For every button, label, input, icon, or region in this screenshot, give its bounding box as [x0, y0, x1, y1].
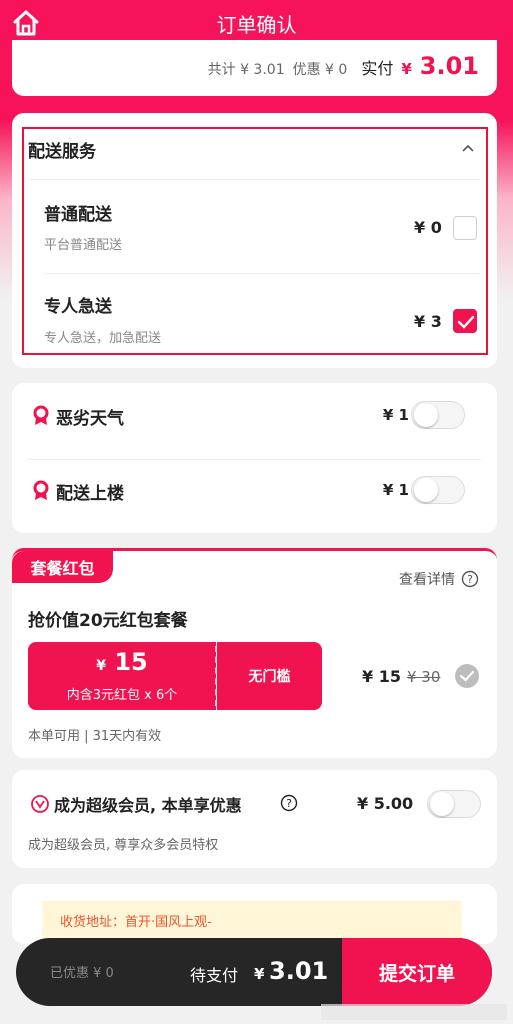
package-original-price: ¥ 30 — [407, 668, 441, 686]
package-title: 抢价值20元红包套餐 — [28, 611, 188, 631]
extras-card: 恶劣天气 ¥ 1 配送上楼 ¥ 1 — [12, 383, 497, 533]
option-normal-subtitle: 平台普通配送 — [44, 238, 123, 253]
discount-amount: 优惠 ¥ 0 — [292, 62, 348, 78]
option-normal-price: ¥ 0 — [414, 218, 442, 237]
package-tag: 套餐红包 — [12, 551, 113, 583]
pay-currency: ¥ — [401, 60, 412, 78]
extra-price: ¥ 1 — [382, 481, 409, 499]
due-currency: ¥ — [254, 965, 265, 983]
page-title: 订单确认 — [216, 13, 297, 37]
extra-label: 恶劣天气 — [56, 409, 124, 429]
coupon-currency: ¥ — [96, 658, 106, 674]
option-express-title: 专人急送 — [44, 297, 112, 317]
bad-weather-toggle[interactable] — [411, 401, 465, 429]
view-details-link[interactable]: 查看详情 ? — [399, 569, 479, 589]
price-summary-card: 共计 ¥ 3.01 优惠 ¥ 0 实付 ¥ 3.01 — [12, 40, 497, 96]
submit-order-button[interactable]: 提交订单 — [342, 938, 492, 1006]
package-card: 套餐红包 查看详情 ? 抢价值20元红包套餐 ¥ 15 内含3元红包 x 6个 … — [12, 548, 497, 758]
coupon-card[interactable]: ¥ 15 内含3元红包 x 6个 — [28, 642, 216, 710]
delivery-section-title: 配送服务 — [28, 142, 96, 162]
extra-label: 配送上楼 — [56, 484, 124, 504]
checkmark-icon — [457, 315, 475, 329]
badge-icon — [32, 480, 50, 502]
vip-card: 成为超级会员, 本单享优惠 ? ¥ 5.00 成为超级会员, 尊享众多会员特权 — [12, 770, 497, 868]
package-validity: 本单可用 | 31天内有效 — [28, 729, 162, 744]
divider — [30, 179, 480, 180]
help-icon[interactable]: ? — [280, 794, 298, 812]
vip-icon — [30, 794, 50, 814]
checkmark-icon — [459, 670, 475, 682]
vip-price: ¥ 5.00 — [357, 794, 414, 813]
due-label: 待支付 — [190, 966, 239, 985]
option-express-checkbox[interactable] — [453, 309, 477, 333]
divider — [44, 273, 480, 274]
due-amount: 3.01 — [269, 957, 329, 985]
package-price: ¥ 15 — [362, 667, 401, 686]
extra-price: ¥ 1 — [382, 406, 409, 424]
pay-label: 实付 — [361, 59, 394, 78]
upstairs-toggle[interactable] — [411, 476, 465, 504]
coupon-desc: 内含3元红包 x 6个 — [66, 688, 178, 703]
toggle-knob — [414, 403, 438, 427]
watermark — [321, 1004, 507, 1020]
toggle-knob — [430, 792, 454, 816]
extra-row-upstairs: 配送上楼 ¥ 1 — [28, 460, 481, 520]
applied-discount: 已优惠 ¥ 0 — [50, 966, 114, 981]
option-express-subtitle: 专人急送，加急配送 — [44, 331, 162, 346]
package-select-checkbox[interactable] — [455, 664, 479, 688]
coupon-threshold: 无门槛 — [217, 642, 322, 710]
vip-toggle[interactable] — [427, 790, 481, 818]
vip-title: 成为超级会员, 本单享优惠 — [54, 796, 242, 815]
view-details-label: 查看详情 — [399, 572, 455, 588]
extra-row-bad-weather: 恶劣天气 ¥ 1 — [28, 385, 481, 445]
svg-text:?: ? — [467, 573, 473, 586]
badge-icon — [32, 405, 50, 427]
address-notice: 收货地址：首开·国风上观- — [42, 901, 462, 939]
toggle-knob — [414, 478, 438, 502]
pay-amount: 3.01 — [419, 52, 479, 80]
chevron-up-icon[interactable] — [461, 141, 475, 155]
delivery-service-card: 配送服务 普通配送 平台普通配送 ¥ 0 专人急送 专人急送，加急配送 ¥ 3 — [12, 113, 497, 368]
option-normal-title: 普通配送 — [44, 205, 112, 225]
option-normal-checkbox[interactable] — [453, 216, 477, 240]
checkout-bar: 已优惠 ¥ 0 待支付 ¥ 3.01 提交订单 — [16, 938, 492, 1006]
total-amount: 共计 ¥ 3.01 — [207, 62, 285, 78]
svg-text:?: ? — [286, 797, 292, 810]
option-express-price: ¥ 3 — [414, 312, 442, 331]
vip-subtitle: 成为超级会员, 尊享众多会员特权 — [28, 838, 219, 853]
help-icon: ? — [461, 570, 479, 588]
coupon-amount: 15 — [114, 648, 148, 676]
